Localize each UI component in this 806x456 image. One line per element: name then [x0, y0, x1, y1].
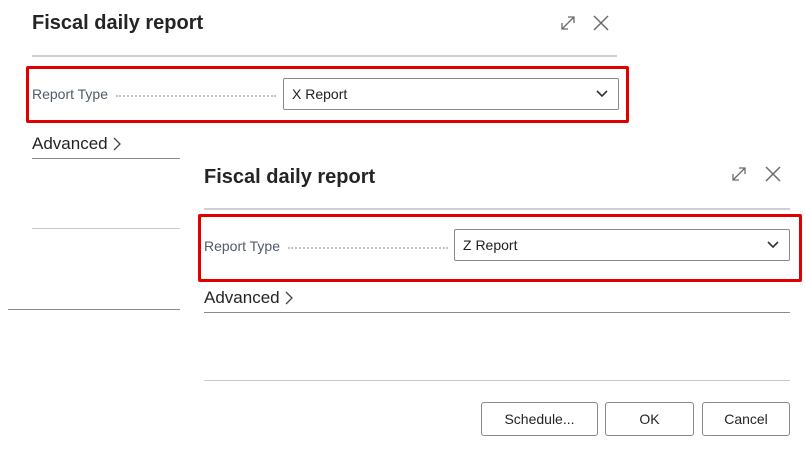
front-footer-divider	[204, 380, 790, 381]
back-report-type-leader	[116, 95, 276, 97]
expand-icon[interactable]	[557, 12, 579, 34]
front-dialog-title: Fiscal daily report	[204, 166, 376, 188]
front-report-type-label: Report Type	[204, 238, 281, 254]
back-advanced-label: Advanced	[32, 134, 108, 153]
back-report-type-label: Report Type	[32, 86, 109, 102]
chevron-down-icon	[596, 90, 608, 98]
chevron-down-icon	[767, 241, 779, 249]
front-title-divider	[204, 208, 790, 210]
cancel-button[interactable]: Cancel	[702, 402, 790, 436]
close-icon[interactable]	[762, 163, 784, 185]
front-advanced-label: Advanced	[204, 288, 280, 307]
front-report-type-leader	[288, 247, 448, 249]
back-report-type-select[interactable]: X Report	[283, 78, 619, 110]
ok-button[interactable]: OK	[605, 402, 694, 436]
front-advanced-toggle[interactable]: Advanced	[204, 288, 294, 308]
back-dialog-title: Fiscal daily report	[32, 12, 204, 34]
expand-icon[interactable]	[728, 163, 750, 185]
schedule-button[interactable]: Schedule...	[481, 402, 598, 436]
back-report-type-value: X Report	[292, 86, 348, 102]
back-advanced-divider	[32, 158, 180, 159]
back-title-divider	[32, 55, 617, 57]
back-bottom-divider	[8, 309, 180, 310]
front-report-type-select[interactable]: Z Report	[454, 229, 790, 261]
chevron-right-icon	[285, 291, 293, 305]
back-advanced-toggle[interactable]: Advanced	[32, 134, 122, 154]
back-section-divider	[32, 228, 180, 229]
close-icon[interactable]	[590, 12, 612, 34]
front-advanced-divider	[204, 312, 790, 313]
chevron-right-icon	[113, 137, 121, 151]
front-report-type-value: Z Report	[463, 237, 518, 253]
